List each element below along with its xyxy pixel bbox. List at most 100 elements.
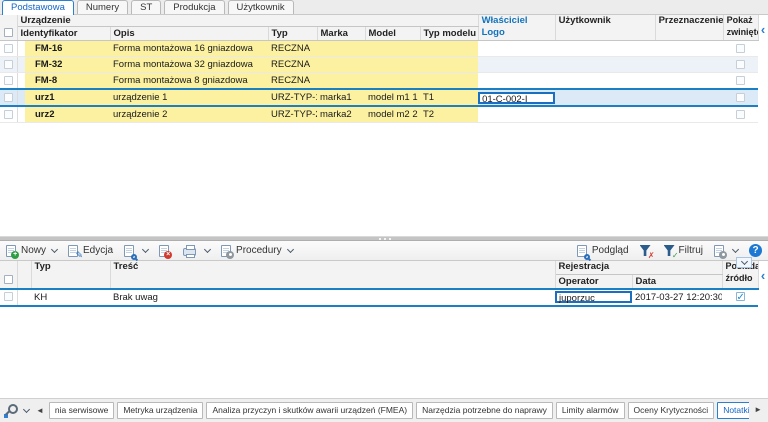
delete-button[interactable] <box>159 244 174 259</box>
cell-model[interactable] <box>365 72 420 90</box>
cell-przeznaczenie[interactable] <box>655 72 724 90</box>
cell-typ-modelu[interactable] <box>420 40 479 57</box>
new-button[interactable]: Nowy <box>6 244 59 259</box>
cell-model[interactable]: model m1 1 <box>365 88 420 107</box>
cell-typ[interactable]: RECZNA <box>268 72 317 90</box>
row-select-cell[interactable] <box>0 88 18 107</box>
row-checkbox[interactable] <box>3 292 13 302</box>
row-checkbox[interactable] <box>3 109 13 119</box>
chevron-down-icon[interactable] <box>203 245 212 254</box>
select-all-checkbox[interactable] <box>3 275 13 285</box>
edit-button[interactable]: Edycja <box>68 244 115 257</box>
procedures-button[interactable]: Procedury <box>221 244 295 259</box>
cell-uzytkownik[interactable] <box>555 72 656 90</box>
column-header-identyfikator[interactable]: Identyfikator <box>17 26 111 41</box>
scroll-tabs-right-icon[interactable] <box>754 405 762 414</box>
cell-przeznaczenie[interactable] <box>655 56 724 73</box>
column-header-data[interactable]: Data <box>632 274 723 289</box>
column-header-typ[interactable]: Typ <box>31 261 111 289</box>
cell-uzytkownik[interactable] <box>555 106 656 123</box>
tab-serwisowe[interactable]: nia serwisowe <box>48 402 115 419</box>
column-header-opis[interactable]: Opis <box>110 26 269 41</box>
column-header-logo[interactable]: Logo <box>482 26 552 39</box>
pokaz-zwiniete-checkbox[interactable] <box>736 109 746 119</box>
cell-posiada-zrodlo[interactable] <box>722 287 759 307</box>
cell-identyfikator[interactable]: FM-32 <box>25 56 110 73</box>
tab-fmea[interactable]: Analiza przyczyn i skutków awarii urządz… <box>206 402 414 419</box>
table-row-fm16[interactable]: FM-16 Forma montażowa 16 gniazdowa RECZN… <box>0 40 759 57</box>
table-row-urz1-selected[interactable]: urz1 urządzenie 1 URZ-TYP-1 marka1 model… <box>0 88 759 107</box>
table-row-kh-selected[interactable]: KH Brak uwag juporzuc 2017-03-27 12:20:3… <box>0 287 759 307</box>
grid-options-button[interactable] <box>714 244 740 259</box>
cell-model[interactable] <box>365 56 420 73</box>
cell-pokaz-zwiniete[interactable] <box>723 88 759 107</box>
cell-identyfikator[interactable]: urz1 <box>25 88 110 107</box>
cell-marka[interactable] <box>317 40 365 57</box>
tab-produkcja[interactable]: Produkcja <box>164 0 225 14</box>
column-header-typ-modelu[interactable]: Typ modelu <box>420 26 479 41</box>
cell-pokaz-zwiniete[interactable] <box>723 106 759 123</box>
table-row-fm32[interactable]: FM-32 Forma montażowa 32 gniazdowa RECZN… <box>0 56 759 73</box>
cell-identyfikator[interactable]: urz2 <box>25 106 110 123</box>
cell-uzytkownik[interactable] <box>555 40 656 57</box>
table-row-fm8[interactable]: FM-8 Forma montażowa 8 gniazdowa RECZNA <box>0 72 759 90</box>
column-header-model[interactable]: Model <box>365 26 421 41</box>
print-button[interactable] <box>183 244 212 258</box>
cell-typ[interactable]: URZ-TYP-2 <box>268 106 317 123</box>
pokaz-zwiniete-checkbox[interactable] <box>736 43 746 53</box>
cell-typ[interactable]: RECZNA <box>268 40 317 57</box>
collapse-left-icon[interactable] <box>761 23 765 36</box>
pokaz-zwiniete-checkbox[interactable] <box>736 75 746 85</box>
cell-marka[interactable]: marka1 <box>317 88 365 107</box>
cell-opis[interactable]: Forma montażowa 8 gniazdowa <box>110 72 268 90</box>
cell-pokaz-zwiniete[interactable] <box>723 72 759 90</box>
row-checkbox[interactable] <box>3 92 13 102</box>
scroll-tabs-left-icon[interactable] <box>36 406 44 415</box>
posiada-zrodlo-checkbox[interactable] <box>735 291 745 304</box>
cell-wlasciciel[interactable] <box>478 72 556 90</box>
select-all-header-cell[interactable] <box>0 15 18 41</box>
cell-marka[interactable] <box>317 56 365 73</box>
chevron-down-icon[interactable] <box>731 245 740 254</box>
tab-narzedzia[interactable]: Narzędzia potrzebne do naprawy <box>416 402 553 419</box>
cell-typ-modelu[interactable]: T2 <box>420 106 479 123</box>
column-header-tresc[interactable]: Treść <box>110 261 556 289</box>
cell-przeznaczenie[interactable] <box>655 88 724 107</box>
view-record-button[interactable] <box>124 244 150 260</box>
column-header-marka[interactable]: Marka <box>317 26 366 41</box>
clear-filter-button[interactable] <box>640 245 655 256</box>
row-select-cell[interactable] <box>0 56 18 73</box>
cell-typ-modelu[interactable] <box>420 72 479 90</box>
cell-marka[interactable]: marka2 <box>317 106 365 123</box>
cell-przeznaczenie[interactable] <box>655 40 724 57</box>
cell-typ[interactable]: RECZNA <box>268 56 317 73</box>
collapse-left-icon[interactable] <box>761 269 765 282</box>
select-all-header-cell[interactable] <box>0 261 18 289</box>
cell-opis[interactable]: Forma montażowa 16 gniazdowa <box>110 40 268 57</box>
cell-pokaz-zwiniete[interactable] <box>723 40 759 57</box>
cell-typ[interactable]: URZ-TYP-1 <box>268 88 317 107</box>
column-header-uzytkownik[interactable]: Użytkownik <box>555 15 656 41</box>
help-button[interactable] <box>749 244 762 257</box>
tab-podstawowa[interactable]: Podstawowa <box>2 0 74 15</box>
column-header-pokaz-zwiniete[interactable]: Pokaż zwinięte <box>723 15 759 41</box>
cell-typ-modelu[interactable]: T1 <box>420 88 479 107</box>
tab-numery[interactable]: Numery <box>76 0 129 14</box>
cell-opis[interactable]: Forma montażowa 32 gniazdowa <box>110 56 268 73</box>
row-checkbox[interactable] <box>3 59 13 69</box>
cell-identyfikator[interactable]: FM-16 <box>25 40 110 57</box>
cell-wlasciciel[interactable] <box>478 40 556 57</box>
row-checkbox[interactable] <box>3 43 13 53</box>
cell-pokaz-zwiniete[interactable] <box>723 56 759 73</box>
tab-limity-alarmow[interactable]: Limity alarmów <box>555 402 625 419</box>
cell-wlasciciel[interactable] <box>478 106 556 123</box>
preview-button[interactable]: Podgląd <box>576 244 631 260</box>
tab-metryka-urzadzenia[interactable]: Metryka urządzenia <box>117 402 204 419</box>
cell-marka[interactable] <box>317 72 365 90</box>
cell-identyfikator[interactable]: FM-8 <box>25 72 110 90</box>
focused-cell-operator[interactable]: juporzuc <box>555 291 632 304</box>
chevron-down-icon[interactable] <box>22 405 31 414</box>
row-select-cell[interactable] <box>0 40 18 57</box>
tab-oceny-krytycznosci[interactable]: Oceny Krytyczności <box>627 402 715 419</box>
column-header-przeznaczenie[interactable]: Przeznaczenie <box>655 15 724 41</box>
